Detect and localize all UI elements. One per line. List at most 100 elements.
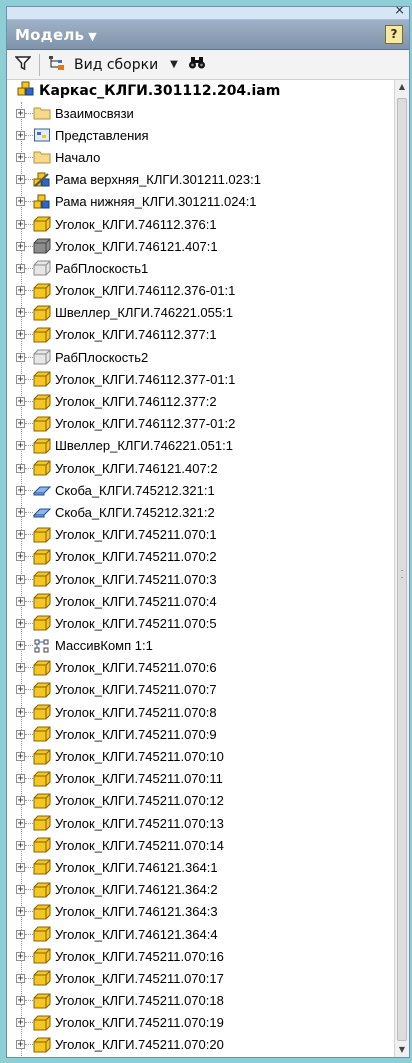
expand-icon[interactable]: +: [16, 641, 25, 651]
tree-item[interactable]: + РабПлоскость2: [7, 346, 395, 368]
tree-item[interactable]: + Рама нижняя_КЛГИ.301211.024:1: [7, 191, 395, 213]
vertical-scrollbar[interactable]: ▲ ▼: [394, 80, 409, 1057]
chevron-down-icon[interactable]: ▼: [88, 30, 97, 43]
expand-icon[interactable]: +: [16, 352, 25, 362]
expand-icon[interactable]: +: [16, 219, 25, 229]
close-icon[interactable]: ×: [394, 7, 405, 18]
expand-icon[interactable]: +: [16, 175, 25, 185]
view-dropdown-icon[interactable]: ▼: [170, 59, 178, 70]
tree-item[interactable]: + Уголок_КЛГИ.746112.377:1: [7, 324, 395, 346]
expand-icon[interactable]: +: [16, 330, 25, 340]
expand-icon[interactable]: +: [16, 685, 25, 695]
tree-item[interactable]: + Уголок_КЛГИ.745211.070:12: [7, 790, 395, 812]
tree-item[interactable]: + Уголок_КЛГИ.746112.376:1: [7, 213, 395, 235]
expand-icon[interactable]: +: [16, 951, 25, 961]
help-button[interactable]: ?: [385, 25, 403, 44]
tree-item[interactable]: + Уголок_КЛГИ.746121.364:4: [7, 923, 395, 945]
binoculars-icon[interactable]: [188, 55, 206, 74]
tree-item[interactable]: + Рама верхняя_КЛГИ.301211.023:1: [7, 169, 395, 191]
tree-item[interactable]: + Швеллер_КЛГИ.746221.055:1: [7, 302, 395, 324]
scroll-thumb[interactable]: [397, 98, 407, 1041]
tree-item[interactable]: + Уголок_КЛГИ.745211.070:16: [7, 945, 395, 967]
expand-icon[interactable]: +: [16, 663, 25, 673]
expand-icon[interactable]: +: [16, 796, 25, 806]
expand-icon[interactable]: +: [16, 840, 25, 850]
expand-icon[interactable]: +: [16, 707, 25, 717]
tree-item[interactable]: + Уголок_КЛГИ.746121.364:2: [7, 879, 395, 901]
filter-icon[interactable]: [14, 55, 32, 75]
scroll-down-icon[interactable]: ▼: [395, 1043, 409, 1057]
tree-item[interactable]: + Уголок_КЛГИ.745211.070:11: [7, 768, 395, 790]
tree-item[interactable]: + Уголок_КЛГИ.746112.377-01:2: [7, 413, 395, 435]
panel-title-bar[interactable]: Модель ▼ ?: [7, 20, 409, 50]
expand-icon[interactable]: +: [16, 818, 25, 828]
expand-icon[interactable]: +: [16, 397, 25, 407]
expand-icon[interactable]: +: [16, 973, 25, 983]
tree-item[interactable]: + Уголок_КЛГИ.745211.070:9: [7, 723, 395, 745]
tree-item[interactable]: + Уголок_КЛГИ.745211.070:10: [7, 745, 395, 767]
tree-item[interactable]: + Уголок_КЛГИ.745211.070:5: [7, 612, 395, 634]
tree-item[interactable]: + Уголок_КЛГИ.745211.070:8: [7, 701, 395, 723]
expand-icon[interactable]: +: [16, 152, 25, 162]
tree-item[interactable]: + Начало: [7, 146, 395, 168]
tree-item[interactable]: + Уголок_КЛГИ.746112.377-01:1: [7, 368, 395, 390]
tree-item[interactable]: + Уголок_КЛГИ.746121.364:1: [7, 856, 395, 878]
expand-icon[interactable]: +: [16, 929, 25, 939]
tree-item[interactable]: + Взаимосвязи: [7, 102, 395, 124]
expand-icon[interactable]: +: [16, 463, 25, 473]
expand-icon[interactable]: +: [16, 241, 25, 251]
tree-item[interactable]: + Уголок_КЛГИ.746121.364:3: [7, 901, 395, 923]
tree-item[interactable]: + Уголок_КЛГИ.745211.070:6: [7, 657, 395, 679]
expand-icon[interactable]: +: [16, 108, 25, 118]
expand-icon[interactable]: +: [16, 1040, 25, 1050]
expand-icon[interactable]: +: [16, 507, 25, 517]
tree-item[interactable]: + Швеллер_КЛГИ.746221.051:1: [7, 435, 395, 457]
scroll-up-icon[interactable]: ▲: [395, 80, 409, 94]
expand-icon[interactable]: +: [16, 530, 25, 540]
expand-icon[interactable]: +: [16, 907, 25, 917]
expand-icon[interactable]: +: [16, 1018, 25, 1028]
expand-icon[interactable]: +: [16, 485, 25, 495]
tree-item[interactable]: + Уголок_КЛГИ.746121.407:2: [7, 457, 395, 479]
expand-icon[interactable]: +: [16, 286, 25, 296]
tree-item[interactable]: + Уголок_КЛГИ.746121.407:1: [7, 235, 395, 257]
expand-icon[interactable]: +: [16, 419, 25, 429]
tree-item[interactable]: + Уголок_КЛГИ.745211.070:7: [7, 679, 395, 701]
tree-item[interactable]: + Уголок_КЛГИ.745211.070:20: [7, 1034, 395, 1056]
tree-item[interactable]: + Уголок_КЛГИ.745211.070:1: [7, 524, 395, 546]
tree-item[interactable]: + РабПлоскость1: [7, 257, 395, 279]
expand-icon[interactable]: +: [16, 774, 25, 784]
tree-item[interactable]: + Скоба_КЛГИ.745212.321:2: [7, 501, 395, 523]
tree-item[interactable]: + Уголок_КЛГИ.745211.070:13: [7, 812, 395, 834]
tree-root[interactable]: Каркас_КЛГИ.301112.204.iam: [7, 80, 395, 102]
tree-item[interactable]: + Уголок_КЛГИ.745211.070:19: [7, 1012, 395, 1034]
expand-icon[interactable]: +: [16, 596, 25, 606]
expand-icon[interactable]: +: [16, 574, 25, 584]
tree-item[interactable]: + Уголок_КЛГИ.745211.070:17: [7, 967, 395, 989]
tree-item[interactable]: + Уголок_КЛГИ.745211.070:18: [7, 990, 395, 1012]
expand-icon[interactable]: +: [16, 130, 25, 140]
expand-icon[interactable]: +: [16, 308, 25, 318]
expand-icon[interactable]: +: [16, 752, 25, 762]
expand-icon[interactable]: +: [16, 618, 25, 628]
tree-item[interactable]: + Уголок_КЛГИ.746112.377:2: [7, 390, 395, 412]
expand-icon[interactable]: +: [16, 996, 25, 1006]
tree-item[interactable]: + Уголок_КЛГИ.745211.070:14: [7, 834, 395, 856]
tree-item[interactable]: + Представления: [7, 124, 395, 146]
tree-item[interactable]: + Уголок_КЛГИ.745211.070:4: [7, 590, 395, 612]
expand-icon[interactable]: +: [16, 862, 25, 872]
expand-icon[interactable]: +: [16, 263, 25, 273]
expand-icon[interactable]: +: [16, 552, 25, 562]
expand-icon[interactable]: +: [16, 441, 25, 451]
expand-icon[interactable]: +: [16, 729, 25, 739]
tree-item[interactable]: + Уголок_КЛГИ.745211.070:2: [7, 546, 395, 568]
expand-icon[interactable]: +: [16, 374, 25, 384]
tree-item[interactable]: + МассивКомп 1:1: [7, 635, 395, 657]
panel-title[interactable]: Модель ▼: [15, 26, 97, 44]
tree-item[interactable]: + Уголок_КЛГИ.746112.376-01:1: [7, 280, 395, 302]
tree-item[interactable]: + Скоба_КЛГИ.745212.321:1: [7, 479, 395, 501]
assembly-view-icon[interactable]: [48, 55, 66, 75]
assembly-view-label[interactable]: Вид сборки: [74, 57, 158, 73]
expand-icon[interactable]: +: [16, 197, 25, 207]
tree-item[interactable]: + Уголок_КЛГИ.745211.070:3: [7, 568, 395, 590]
